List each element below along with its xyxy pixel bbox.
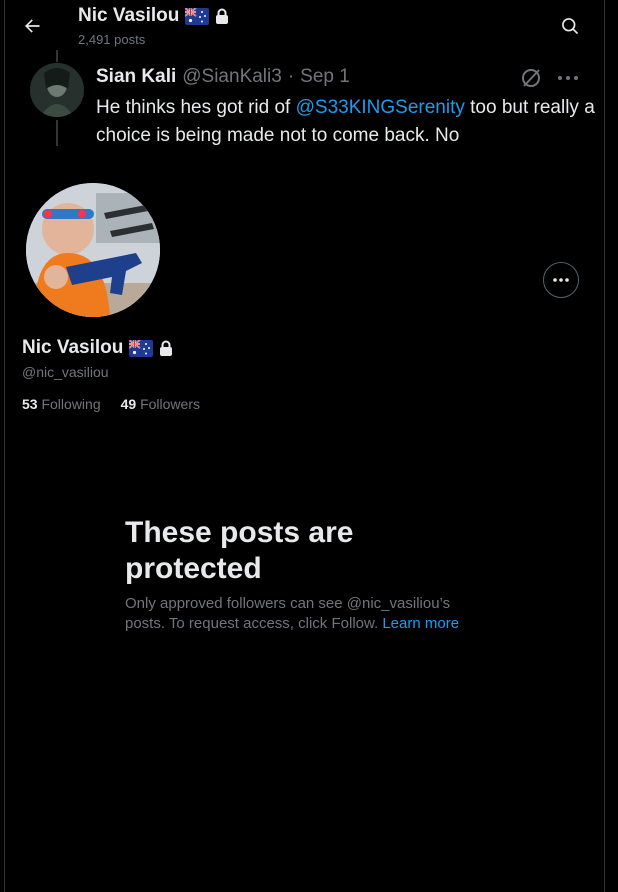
lock-icon <box>215 8 229 24</box>
search-button[interactable] <box>556 12 584 40</box>
australia-flag-icon <box>129 339 154 357</box>
grok-icon <box>522 69 540 87</box>
protected-title: These posts are protected <box>125 516 354 585</box>
thread-connector-lower <box>56 120 58 146</box>
more-horizontal-icon <box>558 76 578 80</box>
profile-name-text: Nic Vasilou <box>22 337 124 358</box>
frame-border-right <box>604 0 605 892</box>
thread-connector <box>56 50 58 62</box>
tweet-more-button[interactable] <box>556 66 580 90</box>
back-button[interactable] <box>18 12 46 40</box>
following-link[interactable]: 53 Following <box>22 396 101 412</box>
followers-label: Followers <box>140 396 200 412</box>
tweet-author-handle[interactable]: @SianKali3 <box>182 66 282 88</box>
grok-button[interactable] <box>519 66 543 90</box>
profile-more-button[interactable] <box>543 262 579 298</box>
header-title: Nic Vasilou <box>78 5 229 27</box>
post-count: 2,491 posts <box>78 32 146 47</box>
australia-flag-icon <box>185 7 210 25</box>
arrow-left-icon <box>25 19 40 33</box>
tweet-author-avatar[interactable] <box>30 63 84 117</box>
lock-icon <box>159 340 173 356</box>
following-label: Following <box>41 396 101 412</box>
followers-count: 49 <box>120 396 137 412</box>
tweet-text-before: He thinks hes got rid of <box>96 97 296 118</box>
follow-stats: 53 Following 49 Followers <box>22 396 200 412</box>
protected-description: Only approved followers can see @nic_vas… <box>125 594 485 634</box>
tweet-mention-link[interactable]: @S33KINGSerenity <box>296 97 465 118</box>
profile-handle: @nic_vasiliou <box>22 364 109 380</box>
frame-border-left <box>4 0 5 892</box>
profile-name: Nic Vasilou <box>22 337 173 359</box>
following-count: 53 <box>22 396 38 412</box>
tweet-text: He thinks hes got rid of @S33KINGSerenit… <box>96 94 596 150</box>
profile-avatar[interactable] <box>26 183 160 317</box>
tweet-date[interactable]: Sep 1 <box>300 66 350 88</box>
tweet-header: Sian Kali @SianKali3 · Sep 1 <box>96 66 350 88</box>
more-horizontal-icon <box>553 278 569 282</box>
search-icon <box>562 18 579 35</box>
learn-more-link[interactable]: Learn more <box>382 615 459 632</box>
tweet-author-name[interactable]: Sian Kali <box>96 66 176 88</box>
header-name-text: Nic Vasilou <box>78 5 180 26</box>
followers-link[interactable]: 49 Followers <box>121 396 200 412</box>
tweet-separator: · <box>287 66 295 87</box>
